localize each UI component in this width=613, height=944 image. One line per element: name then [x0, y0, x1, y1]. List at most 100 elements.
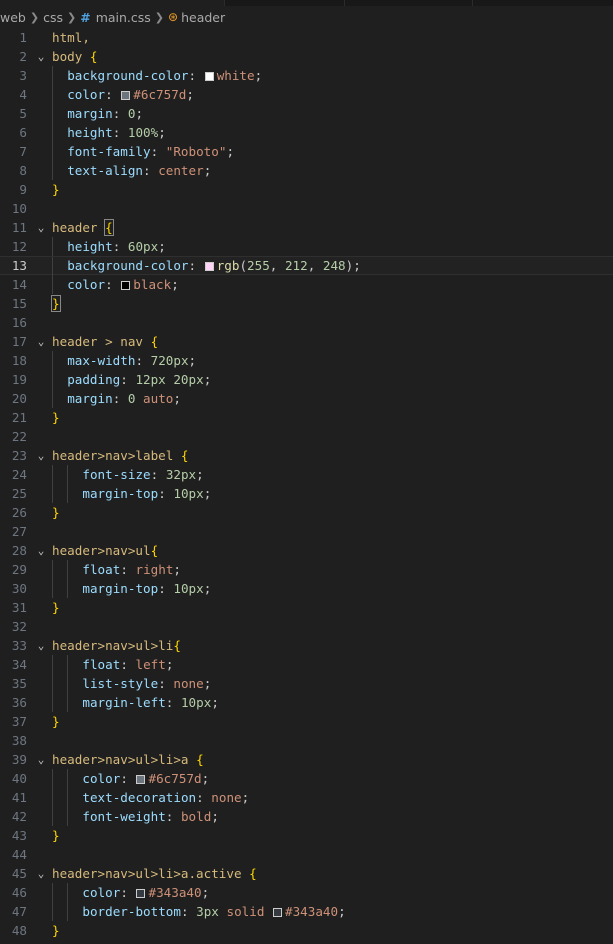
line-number: 20: [11, 391, 27, 406]
code-line[interactable]: 17 ⌄ header > nav {: [0, 332, 613, 351]
code-text: header>nav>ul{: [52, 541, 158, 560]
code-line[interactable]: 32: [0, 617, 613, 636]
line-number: 35: [11, 676, 27, 691]
fold-chevron-icon[interactable]: ⌄: [36, 750, 46, 769]
token-colon: :: [112, 391, 128, 406]
line-number: 10: [11, 201, 27, 216]
code-line[interactable]: 1 html,: [0, 28, 613, 47]
code-line[interactable]: 11 ⌄ header {: [0, 218, 613, 237]
code-line[interactable]: 14 color: black;: [0, 275, 613, 294]
line-number: 37: [11, 714, 27, 729]
line-number: 40: [11, 771, 27, 786]
code-line[interactable]: 3 background-color: white;: [0, 66, 613, 85]
token-prop: padding: [67, 372, 121, 387]
line-number: 15: [11, 296, 27, 311]
code-line[interactable]: 12 height: 60px;: [0, 237, 613, 256]
code-line[interactable]: 16: [0, 313, 613, 332]
token-num: 248: [322, 258, 346, 273]
code-line[interactable]: 33 ⌄ header>nav>ul>li{: [0, 636, 613, 655]
token-num: 10px: [180, 695, 212, 710]
token-colon: ;: [203, 581, 212, 596]
breadcrumb-file[interactable]: main.css: [96, 10, 151, 25]
token-colon: ;: [203, 486, 212, 501]
token-prop: text-align: [67, 163, 144, 178]
token-colon: ;: [211, 695, 219, 710]
token-prop: background-color: [67, 68, 189, 83]
code-line[interactable]: 48}: [0, 921, 613, 940]
fold-chevron-icon[interactable]: ⌄: [36, 446, 46, 465]
code-line[interactable]: 25 margin-top: 10px;: [0, 484, 613, 503]
code-line[interactable]: 28 ⌄ header>nav>ul{: [0, 541, 613, 560]
code-line[interactable]: 40 color: #6c757d;: [0, 769, 613, 788]
code-line[interactable]: 21}: [0, 408, 613, 427]
code-line[interactable]: 42 font-weight: bold;: [0, 807, 613, 826]
color-swatch[interactable]: [121, 281, 131, 290]
token-colon: ;: [226, 144, 235, 159]
code-line[interactable]: 46 color: #343a40;: [0, 883, 613, 902]
line-number: 6: [19, 125, 27, 140]
code-line[interactable]: 36 margin-left: 10px;: [0, 693, 613, 712]
code-line[interactable]: 30 margin-top: 10px;: [0, 579, 613, 598]
token-prop: text-decoration: [82, 790, 197, 805]
code-line[interactable]: 31}: [0, 598, 613, 617]
line-number: 44: [11, 847, 27, 862]
code-line[interactable]: 24 font-size: 32px;: [0, 465, 613, 484]
code-line[interactable]: 35 list-style: none;: [0, 674, 613, 693]
token-num: 0: [127, 391, 144, 406]
code-line[interactable]: 27: [0, 522, 613, 541]
token-colon: :: [158, 486, 174, 501]
code-line[interactable]: 34 float: left;: [0, 655, 613, 674]
token-colon: :: [120, 771, 136, 786]
code-line[interactable]: 41 text-decoration: none;: [0, 788, 613, 807]
code-line[interactable]: 47 border-bottom: 3px solid #343a40;: [0, 902, 613, 921]
code-line[interactable]: 8 text-align: center;: [0, 161, 613, 180]
code-line[interactable]: 9}: [0, 180, 613, 199]
code-line[interactable]: 18 max-width: 720px;: [0, 351, 613, 370]
code-line[interactable]: 26}: [0, 503, 613, 522]
color-swatch[interactable]: [121, 91, 131, 100]
line-number: 39: [11, 752, 27, 767]
code-line[interactable]: 45 ⌄ header>nav>ul>li>a.active {: [0, 864, 613, 883]
fold-chevron-icon[interactable]: ⌄: [36, 218, 46, 237]
code-line[interactable]: 20 margin: 0 auto;: [0, 389, 613, 408]
token-colon: :: [158, 676, 174, 691]
breadcrumb-folder-css[interactable]: css: [43, 10, 63, 25]
fold-chevron-icon[interactable]: ⌄: [36, 864, 46, 883]
color-swatch[interactable]: [204, 72, 214, 81]
code-line[interactable]: 10: [0, 199, 613, 218]
indent-guide: [52, 66, 53, 85]
token-prop: list-style: [82, 676, 159, 691]
indent-guide: [67, 788, 69, 807]
code-editor[interactable]: 1 html, 2 ⌄ body {3 background-color: white; 4…: [0, 28, 613, 944]
code-line[interactable]: 44: [0, 845, 613, 864]
code-line[interactable]: 6 height: 100%;: [0, 123, 613, 142]
code-line[interactable]: 37}: [0, 712, 613, 731]
code-line[interactable]: 39 ⌄ header>nav>ul>li>a {: [0, 750, 613, 769]
code-line[interactable]: 7 font-family: "Roboto";: [0, 142, 613, 161]
code-line[interactable]: 43}: [0, 826, 613, 845]
code-line[interactable]: 23 ⌄ header>nav>label {: [0, 446, 613, 465]
fold-chevron-icon[interactable]: ⌄: [36, 636, 46, 655]
color-swatch[interactable]: [136, 775, 146, 784]
token-val: left: [135, 657, 166, 672]
color-swatch[interactable]: [272, 908, 282, 917]
code-line[interactable]: 19 padding: 12px 20px;: [0, 370, 613, 389]
code-line[interactable]: 15}: [0, 294, 613, 313]
code-line[interactable]: 22: [0, 427, 613, 446]
breadcrumb-folder-web[interactable]: web: [0, 10, 26, 25]
code-line[interactable]: 13 background-color: rgb(255, 212, 248);: [0, 256, 613, 276]
color-swatch[interactable]: [204, 262, 214, 271]
token-colon: ;: [201, 771, 210, 786]
code-line[interactable]: 2 ⌄ body {: [0, 47, 613, 66]
color-swatch[interactable]: [136, 889, 146, 898]
code-text: }: [52, 180, 60, 199]
fold-chevron-icon[interactable]: ⌄: [36, 541, 46, 560]
code-line[interactable]: 29 float: right;: [0, 560, 613, 579]
fold-chevron-icon[interactable]: ⌄: [36, 47, 46, 66]
code-line[interactable]: 4 color: #6c757d;: [0, 85, 613, 104]
code-line[interactable]: 38: [0, 731, 613, 750]
breadcrumb-symbol[interactable]: header: [181, 10, 225, 25]
fold-chevron-icon[interactable]: ⌄: [36, 332, 46, 351]
code-line[interactable]: 5 margin: 0;: [0, 104, 613, 123]
code-text: float: left;: [82, 655, 173, 674]
